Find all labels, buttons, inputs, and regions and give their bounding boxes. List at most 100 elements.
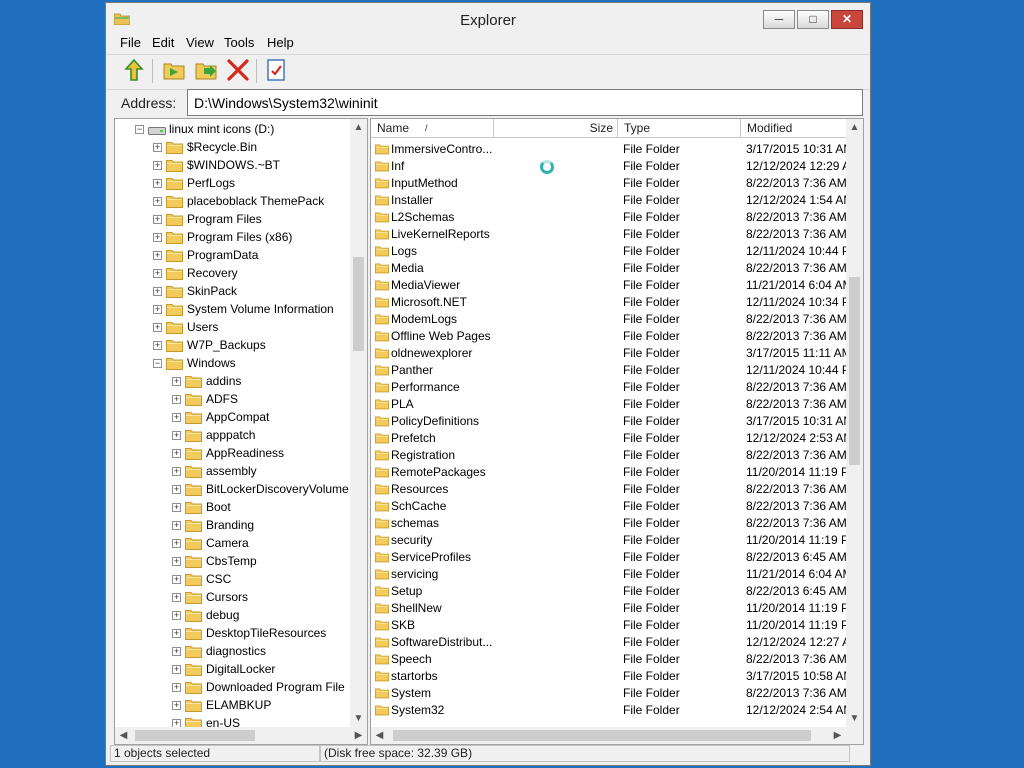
expand-icon[interactable]: + [172, 539, 181, 548]
scroll-up-arrow-icon[interactable]: ▲ [350, 119, 367, 136]
list-item[interactable]: System File Folder 8/22/2013 7:36 AM [371, 685, 849, 702]
list-item[interactable]: LiveKernelReports File Folder 8/22/2013 7:… [371, 226, 849, 243]
list-item[interactable]: Installer File Folder 12/12/2024 1:54 AM [371, 192, 849, 209]
expand-icon[interactable]: + [172, 593, 181, 602]
expand-icon[interactable]: + [153, 287, 162, 296]
list-item[interactable]: PolicyDefinitions File Folder 3/17/2015 10… [371, 413, 849, 430]
expand-icon[interactable]: + [153, 269, 162, 278]
expand-icon[interactable]: + [172, 377, 181, 386]
list-item[interactable]: Registration File Folder 8/22/2013 7:36 AM [371, 447, 849, 464]
expand-icon[interactable]: + [172, 395, 181, 404]
scroll-left-arrow-icon[interactable]: ◀ [115, 727, 132, 744]
expand-icon[interactable]: + [153, 323, 162, 332]
list-horizontal-scrollbar[interactable]: ◀ ▶ [371, 727, 863, 744]
column-size-header[interactable]: Size [494, 119, 618, 138]
scroll-right-arrow-icon[interactable]: ▶ [829, 727, 846, 744]
menu-tools[interactable]: Tools [224, 35, 254, 50]
menu-file[interactable]: File [120, 35, 141, 50]
expand-icon[interactable]: + [172, 413, 181, 422]
column-modified-header[interactable]: Modified [741, 119, 849, 138]
tree-scroll-thumb[interactable] [353, 257, 364, 351]
list-item[interactable]: ShellNew File Folder 11/20/2014 11:19 PM [371, 600, 849, 617]
list-item[interactable]: RemotePackages File Folder 11/20/2014 11:1… [371, 464, 849, 481]
menu-edit[interactable]: Edit [152, 35, 174, 50]
expand-icon[interactable]: + [172, 629, 181, 638]
expand-icon[interactable]: + [172, 467, 181, 476]
list-item[interactable]: System32 File Folder 12/12/2024 2:54 AM [371, 702, 849, 719]
list-item[interactable]: Prefetch File Folder 12/12/2024 2:53 AM [371, 430, 849, 447]
minimize-button[interactable]: ─ [763, 10, 795, 29]
tree-vertical-scrollbar[interactable]: ▲ ▼ [350, 119, 367, 727]
list-item[interactable]: Speech File Folder 8/22/2013 7:36 AM [371, 651, 849, 668]
expand-icon[interactable]: + [172, 575, 181, 584]
list-hscroll-thumb[interactable] [393, 730, 811, 741]
list-item[interactable]: security File Folder 11/20/2014 11:19 PM [371, 532, 849, 549]
list-item[interactable]: Inf File Folder 12/12/2024 12:29 AM [371, 158, 849, 175]
scroll-down-arrow-icon[interactable]: ▼ [846, 710, 863, 727]
expand-icon[interactable]: + [153, 305, 162, 314]
expand-icon[interactable]: + [172, 521, 181, 530]
folder-tree[interactable]: − linux mint icons (D:) + $Recycle.Bin + $WIN… [114, 118, 368, 745]
column-name-header[interactable]: Name / [371, 119, 494, 138]
collapse-icon[interactable]: − [135, 125, 144, 134]
expand-icon[interactable]: + [153, 161, 162, 170]
move-to-icon[interactable] [194, 58, 218, 82]
expand-icon[interactable]: + [172, 485, 181, 494]
scroll-left-arrow-icon[interactable]: ◀ [371, 727, 388, 744]
list-scroll-thumb[interactable] [849, 277, 860, 465]
list-item[interactable]: SoftwareDistribut... File Folder 12/12/202… [371, 634, 849, 651]
tree-hscroll-thumb[interactable] [135, 730, 255, 741]
list-item[interactable]: startorbs File Folder 3/17/2015 10:58 AM [371, 668, 849, 685]
list-item[interactable]: Setup File Folder 8/22/2013 6:45 AM [371, 583, 849, 600]
list-item[interactable]: Microsoft.NET File Folder 12/11/2024 10:34… [371, 294, 849, 311]
list-item[interactable]: SKB File Folder 11/20/2014 11:19 PM [371, 617, 849, 634]
expand-icon[interactable]: + [153, 215, 162, 224]
list-item[interactable]: MediaViewer File Folder 11/21/2014 6:04 AM [371, 277, 849, 294]
expand-icon[interactable]: + [153, 233, 162, 242]
scroll-down-arrow-icon[interactable]: ▼ [350, 710, 367, 727]
expand-icon[interactable]: + [172, 683, 181, 692]
list-item[interactable]: ImmersiveContro... File Folder 3/17/2015 1… [371, 141, 849, 158]
expand-icon[interactable]: + [172, 665, 181, 674]
list-item[interactable]: oldnewexplorer File Folder 3/17/2015 11:11… [371, 345, 849, 362]
expand-icon[interactable]: + [172, 611, 181, 620]
list-item[interactable]: Media File Folder 8/22/2013 7:36 AM [371, 260, 849, 277]
expand-icon[interactable]: + [172, 449, 181, 458]
up-folder-icon[interactable] [122, 58, 146, 82]
list-item[interactable]: L2Schemas File Folder 8/22/2013 7:36 AM [371, 209, 849, 226]
scroll-up-arrow-icon[interactable]: ▲ [846, 119, 863, 136]
expand-icon[interactable]: + [172, 701, 181, 710]
list-vertical-scrollbar[interactable]: ▲ ▼ [846, 119, 863, 727]
list-item[interactable]: schemas File Folder 8/22/2013 7:36 AM [371, 515, 849, 532]
file-list[interactable]: Name / Size Type Modified ImmersiveContr… [370, 118, 864, 745]
expand-icon[interactable]: + [153, 179, 162, 188]
expand-icon[interactable]: + [153, 143, 162, 152]
address-input[interactable] [187, 89, 863, 116]
list-item[interactable]: ModemLogs File Folder 8/22/2013 7:36 AM [371, 311, 849, 328]
title-bar[interactable]: Explorer ─ □ ✕ [106, 3, 870, 34]
expand-icon[interactable]: + [172, 431, 181, 440]
column-type-header[interactable]: Type [618, 119, 741, 138]
list-item[interactable]: PLA File Folder 8/22/2013 7:36 AM [371, 396, 849, 413]
collapse-icon[interactable]: − [153, 359, 162, 368]
list-item[interactable]: ServiceProfiles File Folder 8/22/2013 6:45… [371, 549, 849, 566]
list-item[interactable]: Performance File Folder 8/22/2013 7:36 AM [371, 379, 849, 396]
list-item[interactable]: Resources File Folder 8/22/2013 7:36 AM [371, 481, 849, 498]
expand-icon[interactable]: + [153, 197, 162, 206]
menu-view[interactable]: View [186, 35, 214, 50]
menu-help[interactable]: Help [267, 35, 294, 50]
list-item[interactable]: InputMethod File Folder 8/22/2013 7:36 AM [371, 175, 849, 192]
list-item[interactable]: Offline Web Pages File Folder 8/22/2013 7:… [371, 328, 849, 345]
properties-icon[interactable] [264, 58, 288, 82]
close-button[interactable]: ✕ [831, 10, 863, 29]
scroll-right-arrow-icon[interactable]: ▶ [350, 727, 367, 744]
expand-icon[interactable]: + [153, 341, 162, 350]
expand-icon[interactable]: + [172, 503, 181, 512]
copy-to-icon[interactable] [162, 58, 186, 82]
tree-horizontal-scrollbar[interactable]: ◀ ▶ [115, 727, 367, 744]
maximize-button[interactable]: □ [797, 10, 829, 29]
list-item[interactable]: Logs File Folder 12/11/2024 10:44 PM [371, 243, 849, 260]
list-item[interactable]: servicing File Folder 11/21/2014 6:04 AM [371, 566, 849, 583]
delete-icon[interactable] [226, 58, 250, 82]
expand-icon[interactable]: + [153, 251, 162, 260]
